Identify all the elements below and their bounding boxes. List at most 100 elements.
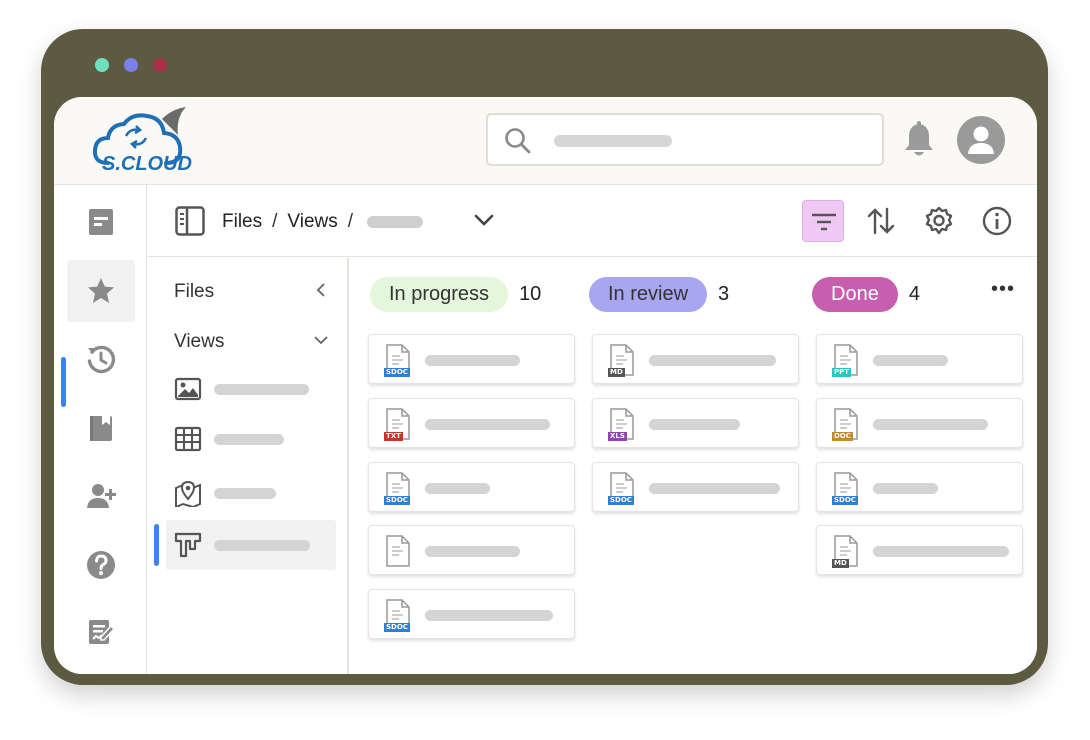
bell-icon[interactable] <box>902 121 936 159</box>
task-card[interactable]: PPT <box>816 334 1023 384</box>
card-title-bar <box>425 546 520 557</box>
task-card[interactable] <box>368 525 575 575</box>
logo-text: S.CLOUD <box>102 153 192 175</box>
card-title-bar <box>873 355 948 366</box>
view-item-table[interactable] <box>166 414 336 464</box>
file-type-tag: SDOC <box>608 496 634 505</box>
card-title-bar <box>873 483 938 494</box>
chevron-left-icon[interactable] <box>314 283 328 297</box>
rail-item-notes[interactable] <box>67 601 135 663</box>
card-title-bar <box>649 419 740 430</box>
rail-item-recent[interactable] <box>67 328 135 390</box>
task-card[interactable]: SDOC <box>592 462 799 512</box>
breadcrumb-current-view[interactable] <box>367 216 424 228</box>
panel-toggle-icon[interactable] <box>174 205 206 237</box>
rail-item-help[interactable] <box>67 534 135 596</box>
card-title-bar <box>649 355 776 366</box>
status-badge[interactable]: In review <box>589 277 708 312</box>
breadcrumb-views[interactable]: Views <box>287 211 337 233</box>
column-header-done: Done 4 <box>812 277 920 312</box>
scloud-logo[interactable]: S.CLOUD <box>92 105 196 175</box>
task-card[interactable]: DOC <box>816 398 1023 448</box>
more-options-button[interactable]: ••• <box>991 279 1019 306</box>
window-maximize-button[interactable] <box>95 58 109 72</box>
user-avatar-icon[interactable] <box>957 116 1005 164</box>
file-type-tag: MD <box>608 368 625 377</box>
search-icon <box>505 128 531 154</box>
column-count: 10 <box>519 283 542 305</box>
files-row[interactable]: Files <box>174 281 214 303</box>
task-card[interactable]: TXT <box>368 398 575 448</box>
breadcrumb-files[interactable]: Files <box>222 211 262 233</box>
column-header-in-progress: In progress 10 <box>370 277 541 312</box>
rail-item-documents[interactable] <box>67 191 135 253</box>
view-name-bar <box>214 434 284 445</box>
breadcrumb-separator: / <box>272 211 278 232</box>
file-type-tag: DOC <box>832 432 853 441</box>
edit-note-icon <box>89 620 116 644</box>
status-badge[interactable]: In progress <box>370 277 509 312</box>
card-title-bar <box>425 610 553 621</box>
card-title-bar <box>425 355 520 366</box>
column-header-in-review: In review 3 <box>589 277 729 312</box>
image-icon <box>174 377 202 401</box>
file-type-tag: SDOC <box>832 496 858 505</box>
kanban-icon <box>174 532 202 558</box>
files-label: Files <box>174 281 215 302</box>
file-type-tag: SDOC <box>384 496 410 505</box>
views-label: Views <box>174 331 225 352</box>
file-type-tag: XLS <box>608 432 627 441</box>
main-toolbar: Files / Views / <box>148 185 1037 257</box>
card-title-bar <box>873 546 1009 557</box>
card-title-bar <box>425 483 490 494</box>
sort-button[interactable] <box>860 200 902 242</box>
window-minimize-button[interactable] <box>124 58 138 72</box>
view-name-bar <box>214 488 276 499</box>
document-icon <box>89 209 113 235</box>
rail-item-share[interactable] <box>67 465 135 527</box>
file-type-tag: SDOC <box>384 623 410 632</box>
view-item-kanban[interactable] <box>166 520 336 570</box>
star-icon <box>88 278 114 303</box>
view-name-bar <box>214 540 310 551</box>
task-card[interactable]: SDOC <box>368 589 575 639</box>
window-close-button[interactable] <box>153 58 167 72</box>
filter-icon <box>812 213 836 231</box>
task-card[interactable]: MD <box>592 334 799 384</box>
sort-icon <box>867 207 895 235</box>
column-count: 3 <box>718 283 730 305</box>
rail-active-indicator <box>61 357 66 407</box>
rail-item-favorites[interactable] <box>67 260 135 322</box>
info-icon <box>982 206 1012 236</box>
status-badge[interactable]: Done <box>812 277 898 312</box>
settings-button[interactable] <box>918 200 960 242</box>
task-card[interactable]: SDOC <box>816 462 1023 512</box>
task-card[interactable]: SDOC <box>368 462 575 512</box>
file-type-tag: TXT <box>384 432 403 441</box>
view-item-gallery[interactable] <box>166 364 336 414</box>
info-button[interactable] <box>976 200 1018 242</box>
view-active-indicator <box>154 524 159 566</box>
task-card[interactable]: XLS <box>592 398 799 448</box>
app-window: S.CLOUD Files / Views / Files Views In p… <box>54 97 1037 674</box>
task-card[interactable]: MD <box>816 525 1023 575</box>
card-title-bar <box>873 419 988 430</box>
add-user-icon <box>87 484 116 508</box>
breadcrumb: Files / Views / <box>222 211 424 233</box>
view-name-bar <box>214 384 309 395</box>
help-icon <box>87 551 115 579</box>
search-placeholder-bar <box>554 135 672 147</box>
views-row[interactable]: Views <box>174 331 224 353</box>
filter-button[interactable] <box>802 200 844 242</box>
chevron-down-icon[interactable] <box>474 213 494 227</box>
search-input[interactable] <box>486 113 884 166</box>
rail-item-library[interactable] <box>67 397 135 459</box>
card-title-bar <box>649 483 780 494</box>
chevron-down-icon[interactable] <box>314 333 328 347</box>
card-title-bar <box>425 419 550 430</box>
settings-icon <box>925 206 953 235</box>
view-item-map[interactable] <box>166 468 336 518</box>
task-card[interactable]: SDOC <box>368 334 575 384</box>
bookmark-book-icon <box>90 416 112 441</box>
app-frame: S.CLOUD Files / Views / Files Views In p… <box>41 29 1048 685</box>
